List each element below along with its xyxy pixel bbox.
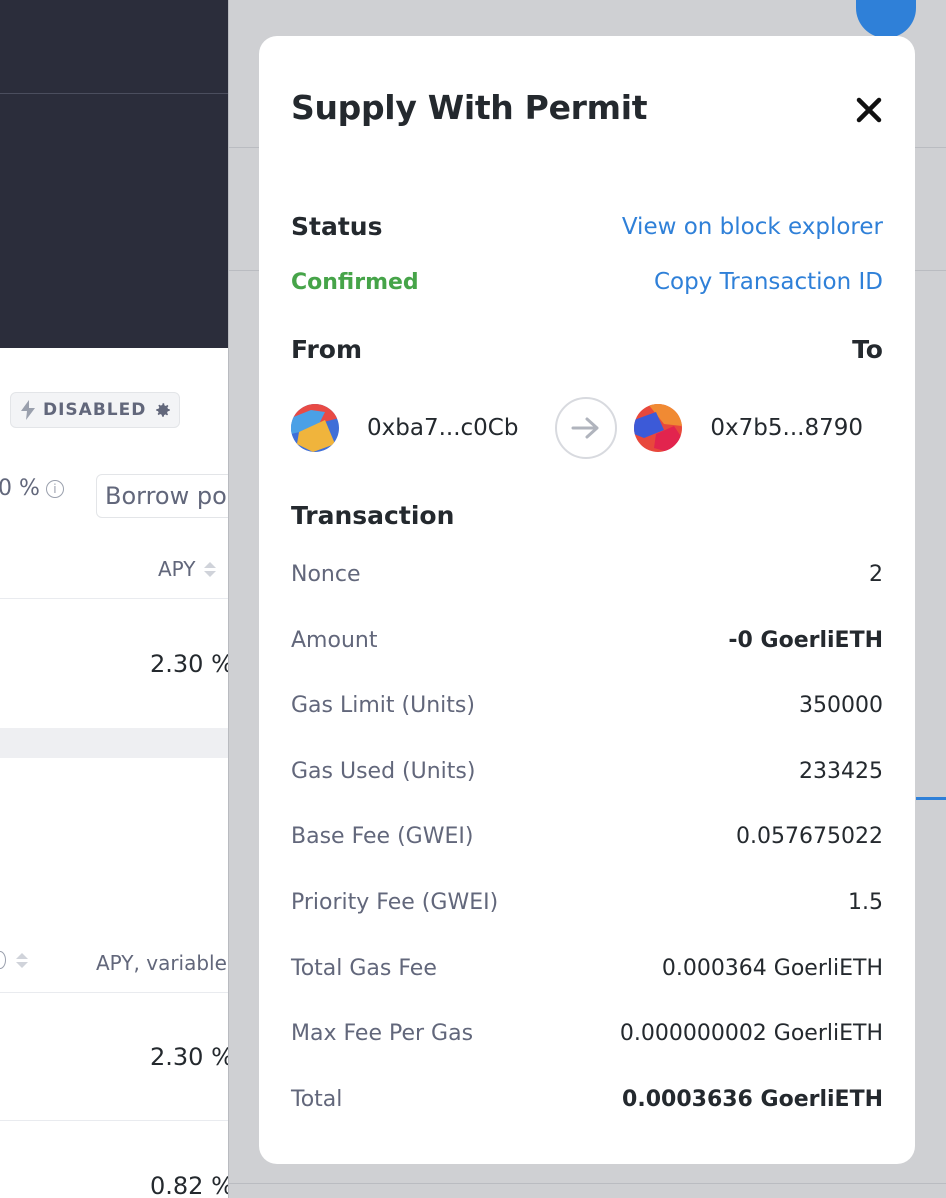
transaction-header: Transaction [291,501,883,530]
row-value: 0.000000002 GoerliETH [619,1021,883,1047]
transaction-row: Max Fee Per Gas 0.000000002 GoerliETH [291,1021,883,1046]
row-label: Gas Used (Units) [291,758,476,784]
row-label: Priority Fee (GWEI) [291,890,499,915]
transaction-row: Gas Used (Units) 233425 [291,759,883,784]
row-label: Max Fee Per Gas [291,1021,474,1047]
status-badge: Confirmed [291,269,419,295]
status-row: Status View on block explorer [291,212,883,241]
transaction-row: Base Fee (GWEI) 0.057675022 [291,824,883,849]
transaction-label: Transaction [291,501,455,530]
row-label: Base Fee (GWEI) [291,824,474,850]
row-value: 2 [869,562,883,587]
column-header-label: APY [158,557,196,581]
lightning-icon [21,400,35,420]
row-value: 0.0003636 GoerliETH [622,1086,883,1112]
to-address: 0x7b5...8790 [710,415,863,441]
modal-title: Supply With Permit [291,88,648,127]
apy-value: 2.30 % [150,1043,232,1071]
arrow-right-icon [571,417,599,439]
row-label: Total [291,1086,343,1112]
apy-value: 2.30 % [150,650,232,678]
row-divider [0,598,232,599]
backdrop-divider [229,1183,946,1184]
apy-value: 0.82 % [150,1172,232,1198]
row-value: 233425 [799,758,883,784]
close-icon[interactable] [853,94,885,126]
info-icon[interactable]: i [45,479,64,498]
transaction-row: Amount -0 GoerliETH [291,628,883,653]
pill-label: DISABLED [43,400,147,420]
column-header-sort[interactable] [0,951,28,969]
column-header-apy-variable[interactable]: APY, variable [96,951,227,975]
column-header-apy[interactable]: APY [158,557,216,581]
transaction-row: Priority Fee (GWEI) 1.5 [291,890,883,915]
background-app: DISABLED 0 % i Borrow po APY 2.30 % APY,… [0,0,232,1198]
e-mode-disabled-pill[interactable]: DISABLED [10,392,180,428]
status-value-row: Confirmed Copy Transaction ID [291,269,883,295]
section-divider [0,728,232,758]
row-value: 1.5 [848,890,883,915]
row-value: 0.057675022 [736,824,883,850]
transaction-modal: Supply With Permit Status View on block … [259,36,915,1164]
row-value: -0 GoerliETH [728,627,883,653]
view-on-explorer-link[interactable]: View on block explorer [622,214,883,240]
row-value: 350000 [799,693,883,719]
health-percentage: 0 % i [0,476,64,501]
header-divider [0,93,232,94]
row-divider [0,992,232,993]
percentage-text: 0 % [0,476,40,501]
row-label: Amount [291,627,378,653]
row-label: Total Gas Fee [291,955,437,981]
column-header-label: APY, variable [96,951,227,975]
status-label: Status [291,212,383,241]
from-to-header: From To [291,335,883,364]
from-address-block: 0xba7...c0Cb [291,399,518,457]
from-blockie-avatar [291,404,339,452]
sort-icon [203,561,216,577]
app-header [0,0,232,348]
sort-icon [16,952,28,968]
direction-arrow [555,397,617,459]
to-blockie-avatar [634,404,683,452]
transaction-row: Nonce 2 [291,562,883,587]
backdrop-accent [916,797,946,800]
to-label: To [852,335,883,364]
transaction-row: Total Gas Fee 0.000364 GoerliETH [291,956,883,981]
row-label: Gas Limit (Units) [291,693,475,719]
borrow-power-field[interactable]: Borrow po [96,474,232,518]
address-row: 0xba7...c0Cb 0x7b5...8790 [291,397,883,459]
from-address: 0xba7...c0Cb [367,415,519,441]
transaction-row: Total 0.0003636 GoerliETH [291,1087,883,1112]
transaction-row: Gas Limit (Units) 350000 [291,693,883,718]
row-divider [0,1120,232,1121]
avatar [856,0,916,38]
info-icon [0,951,6,969]
row-value: 0.000364 GoerliETH [661,955,883,981]
row-label: Nonce [291,562,361,587]
gear-icon [156,403,171,417]
copy-transaction-id-link[interactable]: Copy Transaction ID [654,269,883,295]
from-label: From [291,335,363,364]
to-address-block: 0x7b5...8790 [634,399,863,457]
